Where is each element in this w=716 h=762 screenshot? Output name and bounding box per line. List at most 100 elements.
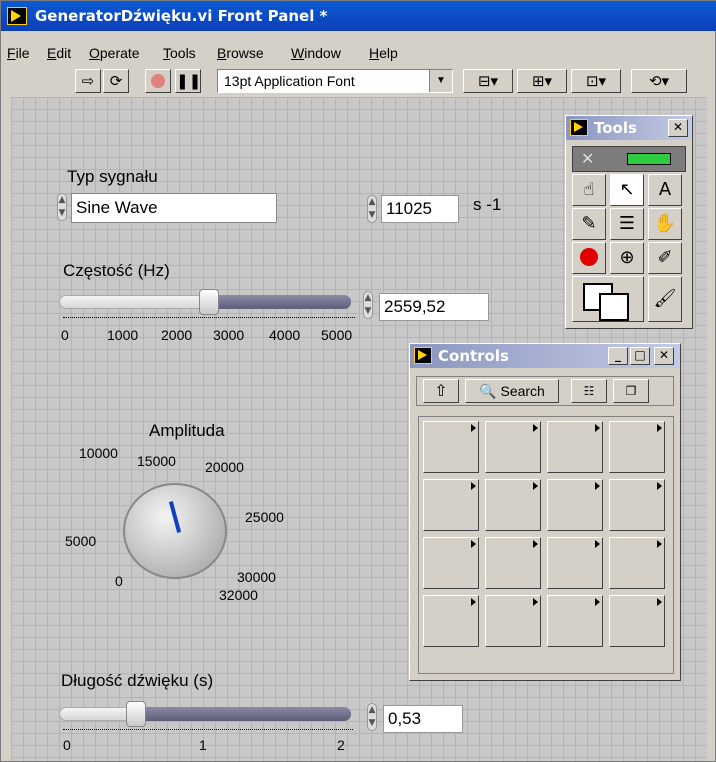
library-controls-icon[interactable] [609, 595, 665, 647]
abort-icon[interactable] [145, 69, 171, 93]
amplitude-tick: 0 [115, 573, 123, 589]
menu-help[interactable]: Help [369, 45, 398, 61]
menu-operate[interactable]: Operate [89, 45, 140, 61]
run-continuously-icon[interactable]: ⟳ [103, 69, 129, 93]
duration-increment-icon[interactable]: ▲ ▼ [367, 703, 377, 731]
controls-palette-title: Controls [438, 347, 509, 365]
close-icon[interactable]: ✕ [654, 347, 674, 365]
pause-icon[interactable]: ❚❚ [175, 69, 201, 93]
duration-tick: 0 [63, 737, 71, 753]
boolean-controls-icon[interactable] [485, 421, 541, 473]
probe-icon[interactable]: ⊕ [610, 242, 644, 274]
font-select-value: 13pt Application Font [224, 73, 355, 89]
background-color-icon [599, 293, 629, 321]
sample-rate-field[interactable]: 11025 [381, 195, 459, 223]
automatic-tool-selection[interactable]: ✕ [572, 146, 686, 172]
palette-toolbar: ⇧ 🔍 Search ☷ ❐ [416, 376, 674, 406]
frequency-field[interactable]: 2559,52 [379, 293, 489, 321]
resize-objects-icon[interactable]: ⊡▾ [571, 69, 621, 93]
window-title: GeneratorDźwięku.vi Front Panel * [35, 7, 328, 25]
reorder-icon[interactable]: ⟲▾ [631, 69, 687, 93]
wiring-spool-icon[interactable]: ✎ [572, 208, 606, 240]
minimize-icon[interactable]: _ [608, 347, 628, 365]
array-cluster-controls-icon[interactable] [609, 421, 665, 473]
close-icon[interactable]: ✕ [668, 119, 688, 137]
auto-tool-led-icon [627, 153, 671, 165]
ring-enum-controls-icon[interactable] [547, 479, 603, 531]
duration-tick: 1 [199, 737, 207, 753]
frequency-tick: 5000 [321, 327, 353, 343]
amplitude-tick: 25000 [245, 509, 284, 525]
duration-slider-fill [136, 707, 351, 721]
amplitude-tick: 32000 [219, 587, 258, 603]
menu-file[interactable]: File [7, 45, 30, 61]
options-icon[interactable]: ☷ [571, 379, 607, 403]
menu-edit[interactable]: Edit [47, 45, 71, 61]
duration-tick: 2 [337, 737, 345, 753]
signal-type-ring[interactable]: Sine Wave [71, 193, 277, 223]
align-objects-icon[interactable]: ⊟▾ [463, 69, 513, 93]
color-boxes-icon[interactable] [572, 276, 644, 322]
duration-field[interactable]: 0,53 [383, 705, 463, 733]
refnum-controls-icon[interactable] [423, 537, 479, 589]
position-arrow-icon[interactable]: ↖ [610, 174, 644, 206]
menu-window[interactable]: Window [291, 45, 341, 61]
tools-palette-title-bar[interactable]: Tools ✕ [566, 116, 692, 140]
frequency-increment-icon[interactable]: ▲ ▼ [363, 291, 373, 319]
list-table-controls-icon[interactable] [423, 479, 479, 531]
frequency-tick: 1000 [107, 327, 139, 343]
duration-slider-thumb[interactable] [126, 701, 146, 727]
select-control-icon[interactable] [485, 595, 541, 647]
signal-type-increment-icon[interactable]: ▲ ▼ [57, 193, 67, 221]
amplitude-knob-needle [168, 501, 182, 533]
controls-palette-title-bar[interactable]: Controls _ □ ✕ [410, 344, 680, 368]
shortcut-menu-icon[interactable]: ☰ [610, 208, 644, 240]
frequency-tick: 4000 [269, 327, 301, 343]
classic-controls-icon[interactable] [547, 537, 603, 589]
run-arrow-icon[interactable]: ⇨ [75, 69, 101, 93]
sample-rate-increment-icon[interactable]: ▲ ▼ [367, 195, 377, 223]
title-bar: GeneratorDźwięku.vi Front Panel * [1, 1, 716, 31]
maximize-icon[interactable]: □ [630, 347, 650, 365]
signal-type-label: Typ sygnału [67, 167, 158, 186]
decorations-icon[interactable] [423, 595, 479, 647]
amplitude-knob[interactable] [123, 483, 227, 579]
menu-tools[interactable]: Tools [163, 45, 196, 61]
menu-bar: File Edit Operate Tools Browse Window He… [1, 31, 716, 65]
operate-hand-icon[interactable]: ☝ [572, 174, 606, 206]
duration-slider[interactable] [59, 701, 351, 727]
sample-rate-unit: s -1 [473, 195, 502, 214]
font-select[interactable]: 13pt Application Font ▼ [217, 69, 453, 93]
color-dropper-icon[interactable]: ✐ [648, 242, 682, 274]
graph-controls-icon[interactable] [485, 479, 541, 531]
paintbrush-icon[interactable]: 🖌 [648, 276, 682, 322]
distribute-objects-icon[interactable]: ⊞▾ [517, 69, 567, 93]
amplitude-tick: 20000 [205, 459, 244, 475]
frequency-slider-thumb[interactable] [199, 289, 219, 315]
controls-palette: Controls _ □ ✕ ⇧ 🔍 Search ☷ ❐ [409, 343, 681, 681]
text-tool-icon[interactable]: A [648, 174, 682, 206]
tools-palette-title: Tools [594, 119, 637, 137]
view-icon[interactable]: ❐ [613, 379, 649, 403]
search-button[interactable]: 🔍 Search [465, 379, 559, 403]
frequency-label: Częstość (Hz) [63, 261, 170, 280]
frequency-slider[interactable] [59, 289, 351, 315]
string-path-controls-icon[interactable] [547, 421, 603, 473]
numeric-controls-icon[interactable] [423, 421, 479, 473]
breakpoint-icon[interactable] [572, 242, 606, 274]
amplitude-tick: 30000 [237, 569, 276, 585]
scroll-hand-icon[interactable]: ✋ [648, 208, 682, 240]
tools-palette: Tools ✕ ✕ ☝ ↖ A ✎ ☰ ✋ ⊕ ✐ 🖌 [565, 115, 693, 329]
numeric-display-icon[interactable] [609, 537, 665, 589]
search-icon: 🔍 [479, 383, 497, 399]
labview-icon [414, 347, 432, 364]
amplitude-tick: 10000 [79, 445, 118, 461]
up-arrow-icon[interactable]: ⇧ [423, 379, 459, 403]
dialog-controls-icon[interactable] [485, 537, 541, 589]
menu-browse[interactable]: Browse [217, 45, 264, 61]
duration-scale [63, 729, 353, 736]
user-controls-icon[interactable] [547, 595, 603, 647]
toolbar: ⇨ ⟳ ❚❚ 13pt Application Font ▼ ⊟▾ ⊞▾ ⊡▾ … [1, 65, 716, 95]
io-controls-icon[interactable] [609, 479, 665, 531]
frequency-tick: 3000 [213, 327, 245, 343]
